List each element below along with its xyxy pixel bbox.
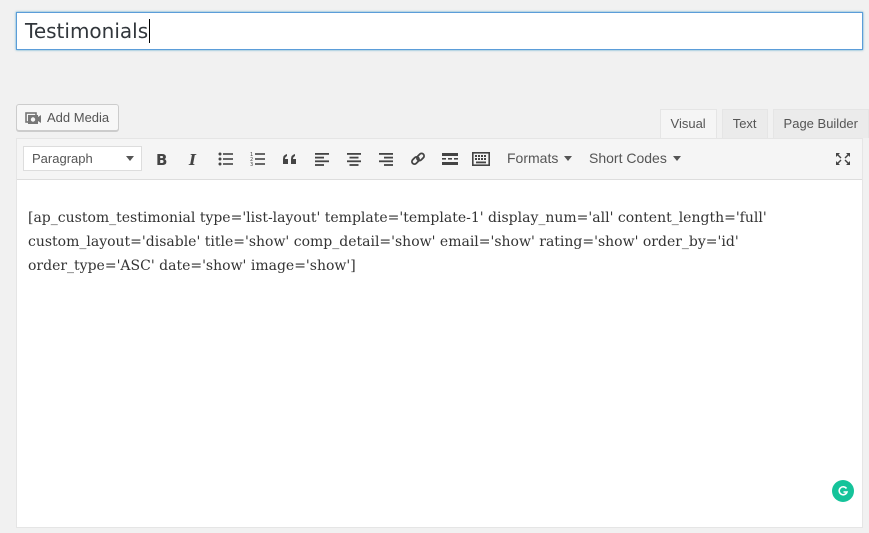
bulleted-list-icon (218, 152, 233, 166)
format-select-value: Paragraph (32, 151, 93, 166)
svg-text:I: I (188, 151, 197, 167)
tab-text[interactable]: Text (721, 109, 768, 138)
blockquote-button[interactable] (279, 149, 301, 169)
add-media-button[interactable]: Add Media (16, 104, 119, 131)
formats-dropdown[interactable]: Formats (507, 148, 573, 168)
align-center-button[interactable] (343, 149, 365, 169)
read-more-icon (442, 153, 458, 165)
bold-icon: B (156, 151, 167, 167)
tab-page-builder[interactable]: Page Builder (772, 109, 869, 138)
fullscreen-button[interactable] (832, 149, 854, 169)
editor-content-area[interactable]: [ap_custom_testimonial type='list-layout… (17, 180, 862, 278)
blockquote-icon (283, 154, 296, 164)
editor-toolbar: Paragraph B I 1 2 3 Formats Short Codes (17, 139, 862, 180)
bold-button[interactable]: B (151, 149, 173, 169)
grammarly-icon (838, 486, 849, 496)
editor-tabs: Visual Text Page Builder (659, 109, 869, 138)
divider (16, 527, 863, 528)
formats-label: Formats (507, 150, 559, 166)
svg-text:3: 3 (250, 162, 253, 166)
link-icon (411, 152, 425, 165)
toolbar-toggle-button[interactable] (470, 149, 492, 169)
grammarly-button[interactable] (832, 480, 854, 502)
align-right-icon (379, 152, 393, 166)
content-editor: Paragraph B I 1 2 3 Formats Short Codes … (16, 138, 863, 528)
chevron-down-icon (672, 156, 681, 161)
post-title-input[interactable]: Testimonials (16, 12, 863, 50)
read-more-button[interactable] (439, 149, 461, 169)
post-title-value: Testimonials (25, 19, 149, 43)
align-center-icon (347, 152, 361, 166)
numbered-list-icon: 1 2 3 (250, 152, 265, 166)
align-right-button[interactable] (375, 149, 397, 169)
insert-link-button[interactable] (407, 149, 429, 169)
chevron-down-icon (126, 156, 134, 161)
align-left-icon (315, 152, 329, 166)
add-media-label: Add Media (47, 110, 110, 125)
svg-text:B: B (156, 151, 167, 167)
media-camera-icon (25, 112, 41, 124)
align-left-button[interactable] (311, 149, 333, 169)
text-caret (149, 19, 151, 43)
chevron-down-icon (564, 156, 573, 161)
bulleted-list-button[interactable] (215, 149, 237, 169)
toolbar-toggle-icon (472, 152, 490, 166)
italic-icon: I (188, 151, 197, 167)
short-codes-label: Short Codes (589, 150, 667, 166)
shortcode-paragraph: [ap_custom_testimonial type='list-layout… (28, 210, 767, 274)
format-select[interactable]: Paragraph (23, 146, 142, 171)
numbered-list-button[interactable]: 1 2 3 (247, 149, 269, 169)
italic-button[interactable]: I (183, 149, 205, 169)
fullscreen-icon (836, 153, 850, 165)
short-codes-dropdown[interactable]: Short Codes (589, 148, 681, 168)
tab-visual[interactable]: Visual (659, 109, 717, 138)
